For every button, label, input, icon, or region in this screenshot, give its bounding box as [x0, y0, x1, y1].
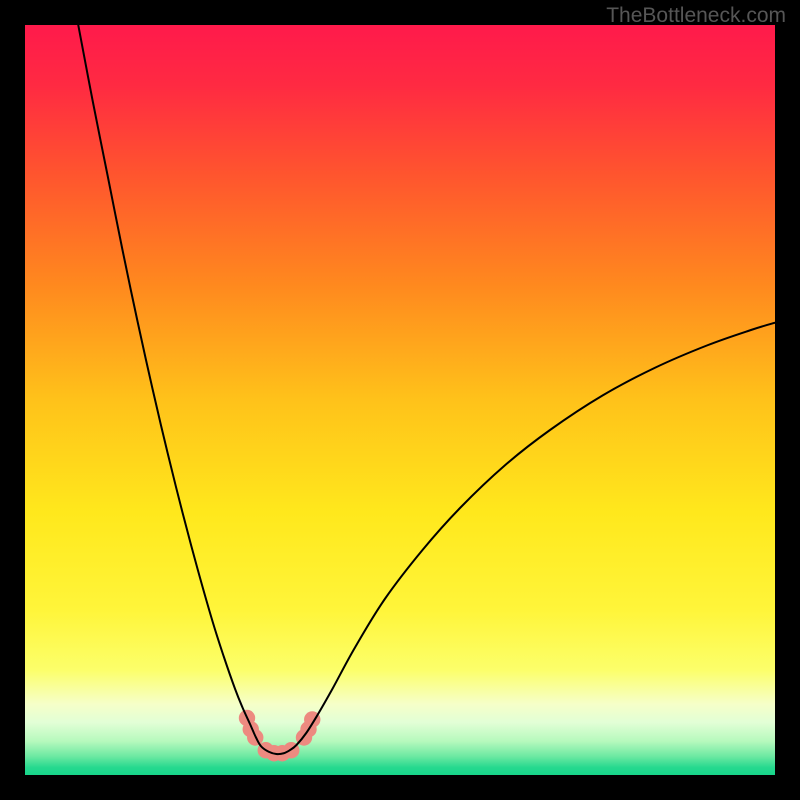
chart-svg: [25, 25, 775, 775]
chart-frame: TheBottleneck.com: [0, 0, 800, 800]
chart-background: [25, 25, 775, 775]
chart-plot: [25, 25, 775, 775]
